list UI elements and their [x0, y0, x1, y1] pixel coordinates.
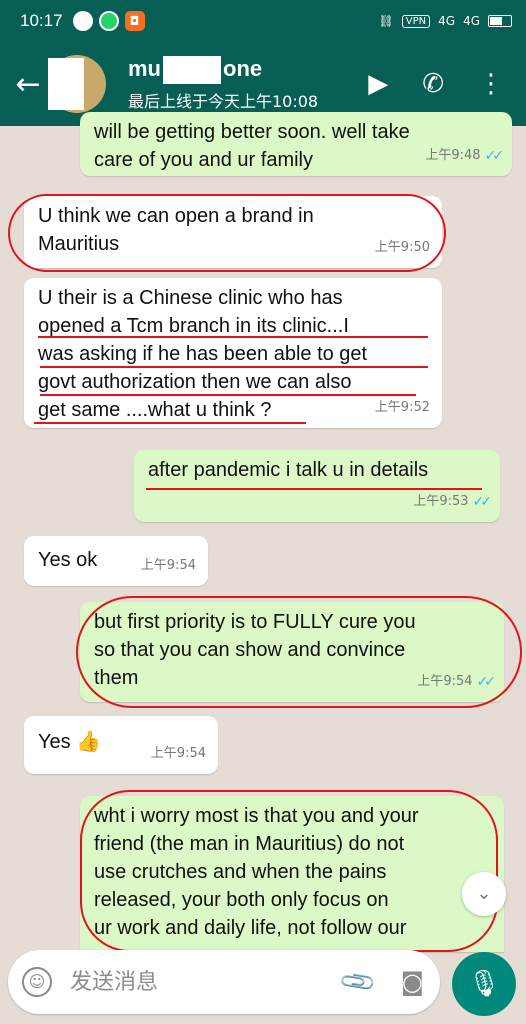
chat-area[interactable]: will be getting better soon. well take c…: [0, 112, 526, 952]
annotation-underline: [38, 336, 428, 338]
signal-4g-1: 4G: [438, 14, 456, 28]
message-meta: 上午9:54: [141, 552, 196, 580]
annotation-oval: [8, 194, 446, 272]
status-indicators: ⛓ VPN 4G 4G: [379, 14, 512, 28]
message-time: 上午9:54: [140, 558, 196, 573]
video-call-icon[interactable]: ▶︎: [368, 69, 388, 99]
link-icon: ⛓: [378, 14, 394, 28]
message-input-bar: ☺ 📎 ◙: [8, 950, 440, 1014]
chevron-double-down-icon: ⌄: [476, 883, 492, 904]
message-bubble-in[interactable]: Yes 👍 上午9:54: [24, 716, 218, 774]
emoji-icon[interactable]: ☺: [22, 967, 52, 997]
annotation-underline: [40, 366, 428, 368]
message-bubble-in[interactable]: U their is a Chinese clinic who has open…: [24, 278, 442, 428]
annotation-oval: [80, 790, 498, 952]
annotation-underline: [34, 422, 306, 424]
phone-icon[interactable]: ✆: [422, 69, 444, 99]
microphone-icon: 🎙: [467, 969, 501, 999]
contact-name-prefix: mu: [128, 55, 161, 81]
header-actions: ▶︎ ✆ ⋮: [368, 69, 504, 99]
status-time: 10:17: [20, 11, 63, 30]
read-ticks-icon: ✓✓: [472, 494, 493, 510]
annotation-underline: [40, 394, 416, 396]
message-meta: 上午9:53 ✓✓: [413, 488, 493, 516]
redaction-box: [163, 56, 221, 85]
contact-info[interactable]: mu one 最后上线于今天上午10:08: [128, 56, 318, 112]
message-meta: 上午9:54: [151, 740, 206, 768]
message-input[interactable]: [70, 969, 310, 995]
message-time: 上午9:48: [425, 148, 481, 163]
annotation-underline: [146, 488, 482, 490]
message-bubble-in[interactable]: Yes ok 上午9:54: [24, 536, 208, 586]
redaction-box: [48, 58, 84, 110]
status-bar: 10:17 ◘ ⛓ VPN 4G 4G: [0, 0, 526, 42]
message-time: 上午9:54: [150, 746, 206, 761]
message-bubble-out[interactable]: will be getting better soon. well take c…: [80, 112, 512, 176]
message-text: after pandemic i talk u in details: [148, 459, 429, 481]
message-meta: 上午9:52: [375, 394, 430, 422]
scroll-to-bottom-button[interactable]: ⌄: [462, 872, 506, 916]
message-text: U their is a Chinese clinic who has open…: [38, 287, 368, 421]
voice-message-button[interactable]: 🎙: [452, 952, 516, 1016]
read-ticks-icon: ✓✓: [484, 148, 505, 164]
contact-name-suffix: one: [223, 55, 263, 81]
message-meta: 上午9:48 ✓✓: [425, 142, 505, 170]
battery-icon: [488, 15, 512, 27]
vpn-badge: VPN: [401, 14, 431, 28]
contact-name: mu one: [128, 55, 318, 85]
camera-icon[interactable]: ◙: [401, 968, 424, 996]
message-bubble-out[interactable]: after pandemic i talk u in details 上午9:5…: [134, 450, 500, 522]
attach-paperclip-icon[interactable]: 📎: [337, 962, 378, 1003]
message-time: 上午9:52: [374, 400, 430, 415]
back-arrow-icon[interactable]: ←: [8, 67, 48, 102]
app-notification-icon: ◘: [124, 11, 145, 31]
message-time: 上午9:53: [413, 494, 469, 509]
more-vertical-icon[interactable]: ⋮: [478, 69, 504, 99]
signal-4g-2: 4G: [463, 14, 480, 28]
annotation-oval: [76, 596, 522, 708]
whatsapp-notification-icon: [98, 11, 119, 31]
last-seen: 最后上线于今天上午10:08: [128, 92, 319, 112]
notification-dot-icon: [72, 11, 93, 31]
